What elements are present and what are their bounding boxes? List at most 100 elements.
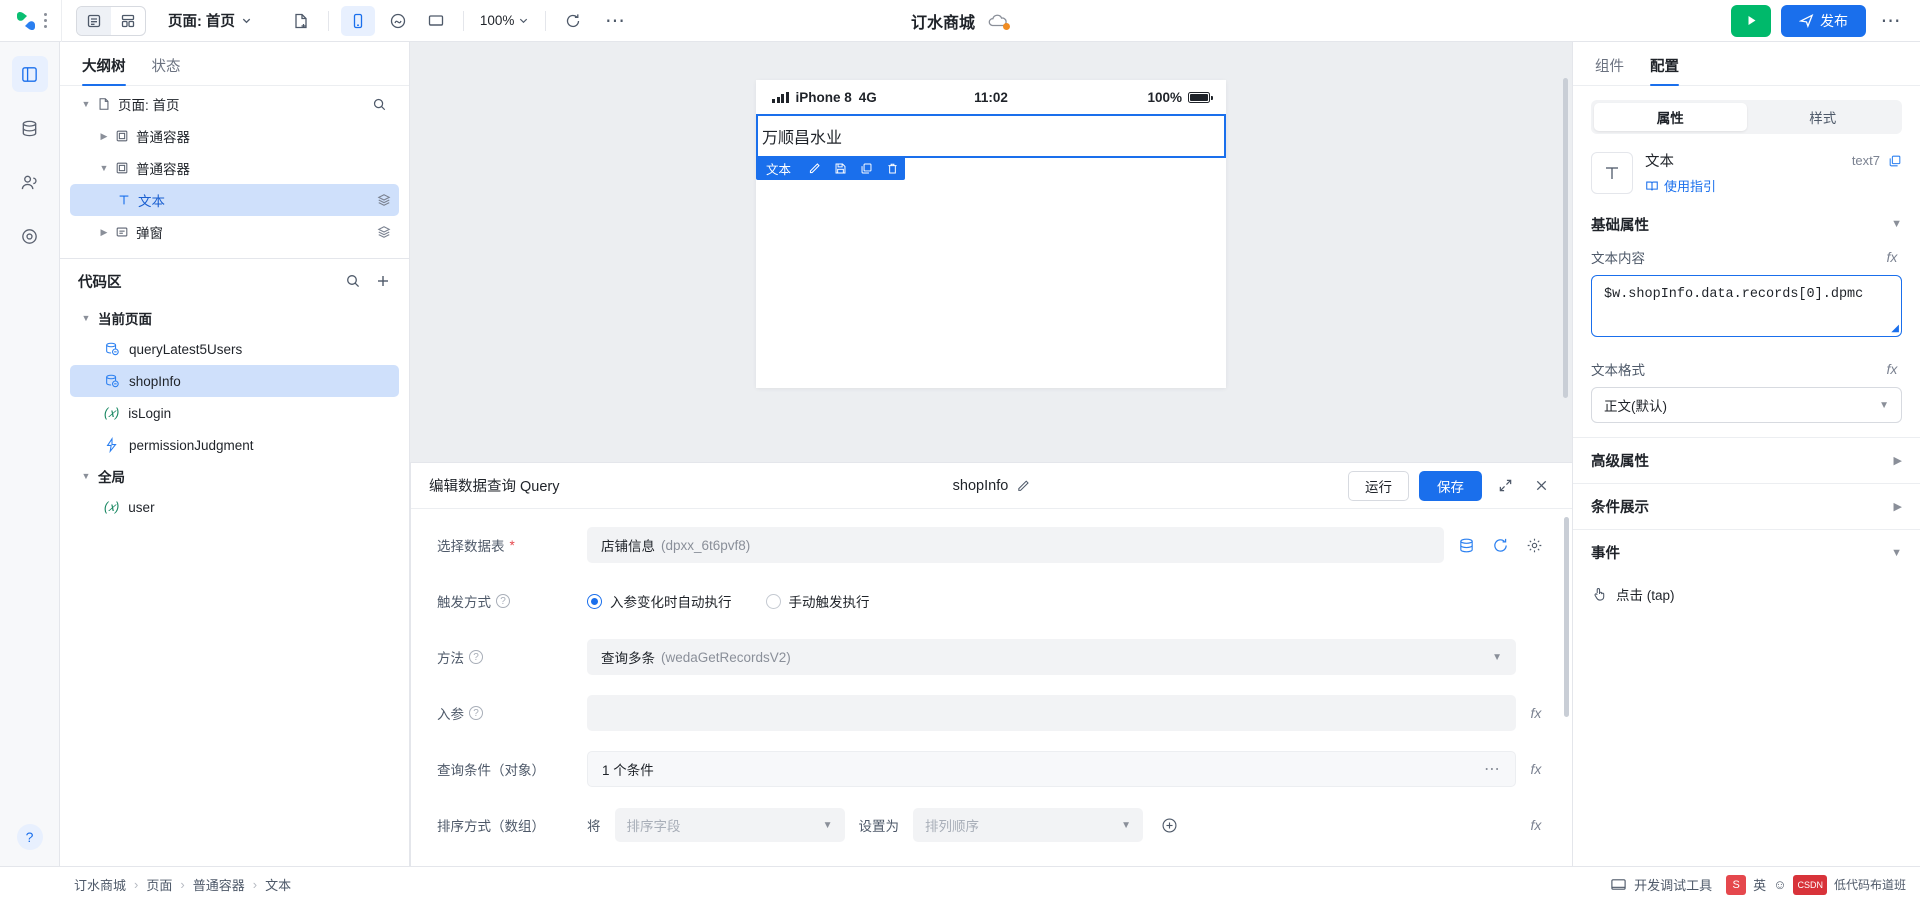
mobile-device-icon[interactable] bbox=[340, 5, 375, 36]
sort-field-select[interactable]: 排序字段 ▼ bbox=[614, 808, 845, 842]
sidebar-item-users[interactable] bbox=[12, 164, 48, 200]
caret-down-icon[interactable]: ▼ bbox=[96, 163, 112, 173]
tray-text-icon[interactable]: 低代码布道班 bbox=[1834, 876, 1906, 893]
code-group-current-page[interactable]: ▼ 当前页面 bbox=[70, 303, 399, 333]
refresh-icon[interactable] bbox=[1488, 533, 1512, 557]
tree-node-modal[interactable]: ▶ 弹窗 bbox=[70, 216, 399, 248]
segment-styles[interactable]: 样式 bbox=[1747, 103, 1900, 131]
fx-button-text-format[interactable]: fx bbox=[1882, 361, 1902, 377]
topbar-more-icon[interactable]: ⋯ bbox=[1876, 6, 1906, 36]
breadcrumb-item-text[interactable]: 文本 bbox=[265, 875, 291, 894]
publish-button[interactable]: 发布 bbox=[1781, 4, 1866, 37]
section-conditional-display[interactable]: 条件展示 ▶ bbox=[1573, 483, 1920, 529]
layers-icon[interactable] bbox=[377, 193, 391, 207]
resize-handle-icon[interactable]: ◢ bbox=[1891, 323, 1899, 334]
breadcrumb-item-app[interactable]: 订水商城 bbox=[74, 875, 126, 894]
code-item-user[interactable]: (𝑥) user bbox=[70, 491, 399, 523]
fx-button-sort[interactable]: fx bbox=[1526, 817, 1546, 833]
section-basic-properties[interactable]: 基础属性 ▼ bbox=[1573, 201, 1920, 247]
datasource-select[interactable]: 店铺信息 (dpxx_6t6pvf8) bbox=[587, 527, 1444, 563]
fx-button-text-content[interactable]: fx bbox=[1882, 249, 1902, 265]
segment-properties[interactable]: 属性 bbox=[1594, 103, 1747, 131]
save-icon[interactable] bbox=[827, 156, 853, 180]
sidebar-item-data[interactable] bbox=[12, 110, 48, 146]
tab-components[interactable]: 组件 bbox=[1595, 55, 1624, 85]
code-item-permissionJudgment[interactable]: permissionJudgment bbox=[70, 429, 399, 461]
caret-right-icon[interactable]: ▶ bbox=[96, 227, 112, 238]
help-tip-icon[interactable]: ? bbox=[469, 706, 483, 720]
outline-view-icon[interactable] bbox=[77, 6, 111, 35]
section-advanced-properties[interactable]: 高级属性 ▶ bbox=[1573, 437, 1920, 483]
csdn-icon[interactable]: CSDN bbox=[1793, 874, 1827, 895]
tree-node-page[interactable]: ▼ 页面: 首页 bbox=[70, 88, 399, 120]
help-tip-icon[interactable]: ? bbox=[496, 594, 510, 608]
fx-button-conditions[interactable]: fx bbox=[1526, 761, 1546, 777]
grid-view-icon[interactable] bbox=[111, 7, 145, 35]
selected-text-component[interactable]: 万顺昌水业 文本 bbox=[756, 114, 1226, 180]
close-icon[interactable] bbox=[1528, 473, 1554, 499]
help-tip-icon[interactable]: ? bbox=[469, 650, 483, 664]
canvas-scrollbar[interactable] bbox=[1563, 78, 1568, 398]
sogou-input-icon[interactable]: S bbox=[1726, 874, 1747, 895]
search-icon[interactable] bbox=[345, 273, 361, 289]
tree-node-container-2[interactable]: ▼ 普通容器 bbox=[70, 152, 399, 184]
logo-zone[interactable] bbox=[0, 0, 62, 42]
code-item-isLogin[interactable]: (𝑥) isLogin bbox=[70, 397, 399, 429]
breadcrumb-item-container[interactable]: 普通容器 bbox=[193, 875, 245, 894]
code-item-shopInfo[interactable]: shopInfo bbox=[70, 365, 399, 397]
query-run-button[interactable]: 运行 bbox=[1348, 470, 1409, 501]
more-horizontal-icon[interactable]: ⋯ bbox=[1484, 759, 1501, 779]
database-icon[interactable] bbox=[1454, 533, 1478, 557]
sidebar-item-components[interactable] bbox=[11, 56, 48, 92]
zoom-selector[interactable]: 100% bbox=[476, 13, 534, 28]
edit-icon[interactable] bbox=[801, 156, 827, 180]
copy-icon[interactable] bbox=[853, 156, 879, 180]
mini-program-icon[interactable] bbox=[383, 7, 413, 35]
text-content-input[interactable]: $w.shopInfo.data.records[0].dpmc bbox=[1591, 275, 1902, 337]
caret-down-icon[interactable]: ▼ bbox=[78, 99, 94, 109]
settings-icon[interactable] bbox=[1522, 533, 1546, 557]
query-panel-scrollbar[interactable] bbox=[1564, 517, 1569, 717]
conditions-input[interactable]: 1 个条件 ⋯ bbox=[587, 751, 1516, 787]
help-icon[interactable]: ? bbox=[16, 824, 43, 850]
text-format-select[interactable]: 正文(默认) ▼ bbox=[1591, 387, 1902, 423]
search-icon[interactable] bbox=[367, 92, 391, 116]
debug-tool-button[interactable]: 开发调试工具 bbox=[1610, 875, 1712, 894]
page-selector[interactable]: 页面: 首页 bbox=[168, 10, 252, 31]
tab-outline-tree[interactable]: 大纲树 bbox=[82, 55, 126, 86]
plus-icon[interactable] bbox=[375, 273, 391, 289]
event-item-tap[interactable]: 点击 (tap) bbox=[1573, 575, 1920, 609]
code-group-global[interactable]: ▼ 全局 bbox=[70, 461, 399, 491]
tab-state[interactable]: 状态 bbox=[152, 55, 181, 85]
phone-canvas-body[interactable] bbox=[756, 158, 1226, 388]
copy-icon[interactable] bbox=[1888, 154, 1902, 168]
new-page-icon[interactable] bbox=[286, 7, 316, 35]
layers-icon[interactable] bbox=[377, 225, 391, 239]
tree-node-text[interactable]: 文本 bbox=[70, 184, 399, 216]
expand-icon[interactable] bbox=[1492, 473, 1518, 499]
sidebar-item-settings[interactable] bbox=[12, 218, 48, 254]
refresh-icon[interactable] bbox=[558, 7, 588, 35]
caret-down-icon[interactable]: ▼ bbox=[78, 471, 94, 481]
section-events[interactable]: 事件 ▼ bbox=[1573, 529, 1920, 575]
radio-manual-trigger[interactable]: 手动触发执行 bbox=[765, 591, 870, 611]
lang-icon[interactable]: 英 bbox=[1753, 875, 1766, 894]
fx-button-params[interactable]: fx bbox=[1526, 705, 1546, 721]
run-button[interactable] bbox=[1731, 4, 1771, 37]
sort-order-select[interactable]: 排列顺序 ▼ bbox=[913, 808, 1143, 842]
more-horizontal-icon[interactable]: ⋯ bbox=[600, 6, 630, 36]
emoji-icon[interactable]: ☺ bbox=[1773, 877, 1786, 892]
plus-circle-icon[interactable] bbox=[1157, 813, 1181, 837]
tab-config[interactable]: 配置 bbox=[1650, 55, 1679, 86]
method-select[interactable]: 查询多条 (wedaGetRecordsV2) ▼ bbox=[587, 639, 1516, 675]
caret-right-icon[interactable]: ▶ bbox=[96, 131, 112, 142]
usage-guide-link[interactable]: 使用指引 bbox=[1645, 176, 1902, 195]
query-save-button[interactable]: 保存 bbox=[1419, 470, 1482, 501]
cloud-status-icon[interactable] bbox=[987, 12, 1011, 30]
breadcrumb-item-page[interactable]: 页面 bbox=[146, 875, 172, 894]
radio-auto-trigger[interactable]: 入参变化时自动执行 bbox=[587, 591, 732, 611]
tree-node-container-1[interactable]: ▶ 普通容器 bbox=[70, 120, 399, 152]
pencil-icon[interactable] bbox=[1016, 479, 1030, 493]
caret-down-icon[interactable]: ▼ bbox=[78, 313, 94, 323]
desktop-device-icon[interactable] bbox=[421, 7, 451, 35]
